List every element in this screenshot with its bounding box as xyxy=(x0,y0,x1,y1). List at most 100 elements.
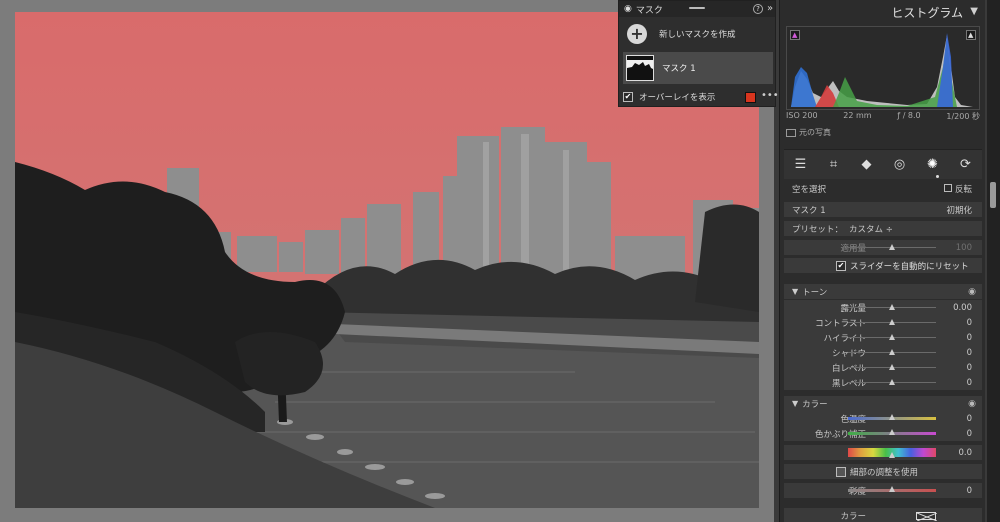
eraser-icon[interactable]: ◆ xyxy=(858,156,876,174)
panel-scrollbar[interactable] xyxy=(987,0,1000,522)
show-overlay-label: オーバーレイを表示 xyxy=(639,93,716,103)
collapse-triangle-icon[interactable]: ▼ xyxy=(792,287,798,296)
auto-reset-row: ✔ スライダーを自動的にリセット xyxy=(784,258,982,273)
invert-checkbox[interactable] xyxy=(944,184,952,192)
create-mask-button[interactable]: + 新しいマスクを作成 xyxy=(619,19,775,49)
tone-section-header[interactable]: ▼ トーン ◉ xyxy=(784,284,982,299)
exif-focal: 22 mm xyxy=(843,111,872,120)
contrast-row: コントラスト 0 xyxy=(784,315,982,330)
show-overlay-checkbox[interactable]: ✔ xyxy=(623,92,633,102)
slider-knob[interactable] xyxy=(889,349,895,355)
fine-adjust-label: 細部の調整を使用 xyxy=(850,467,919,478)
saturation-row: 彩度 0 xyxy=(784,483,982,498)
shadows-value[interactable]: 0 xyxy=(967,348,972,358)
mask-panel-header[interactable]: ◉ マスク ? » xyxy=(619,1,775,17)
drag-grip-icon[interactable] xyxy=(689,7,705,9)
highlights-row: ハイライト 0 xyxy=(784,330,982,345)
collapse-triangle-icon[interactable]: ▼ xyxy=(792,399,798,408)
right-panel: ヒストグラム ▼ ▲ ▲ ISO 200 22 mm ƒ / 8.0 1/200… xyxy=(779,0,985,522)
tool-strip: ☰ ⌗ ◆ ◎ ✺ ⟳ xyxy=(784,149,982,179)
contrast-slider[interactable] xyxy=(848,319,936,325)
exposure-row: 露光量 0.00 xyxy=(784,300,982,315)
exposure-slider[interactable] xyxy=(848,304,936,310)
hue-slider[interactable] xyxy=(848,448,936,458)
highlights-value[interactable]: 0 xyxy=(967,333,972,343)
histogram-graph[interactable]: ▲ ▲ xyxy=(786,26,980,110)
exif-info: ISO 200 22 mm ƒ / 8.0 1/200 秒 xyxy=(786,111,980,122)
tint-slider[interactable] xyxy=(848,429,936,435)
hue-row: 色相 0.0 xyxy=(784,445,982,460)
tone-label: トーン xyxy=(802,287,828,298)
original-photo-icon xyxy=(786,128,796,137)
mask-item-label: マスク 1 xyxy=(662,64,696,74)
redeye-icon[interactable]: ◎ xyxy=(891,156,909,174)
tint-row: 色かぶり補正 0 xyxy=(784,426,982,441)
preset-row: プリセット： カスタム ÷ xyxy=(784,221,982,236)
original-photo-toggle[interactable]: 元の写真 xyxy=(786,127,831,138)
auto-reset-checkbox[interactable]: ✔ xyxy=(836,261,846,271)
color-picker-swatch[interactable] xyxy=(916,512,937,521)
shadows-slider[interactable] xyxy=(848,349,936,355)
preset-select[interactable]: カスタム ÷ xyxy=(849,223,893,235)
scrollbar-thumb[interactable] xyxy=(990,182,996,208)
fine-adjust-checkbox[interactable] xyxy=(836,467,846,477)
temperature-row: 色温度 0 xyxy=(784,411,982,426)
eye-icon[interactable]: ◉ xyxy=(968,287,976,297)
blacks-value[interactable]: 0 xyxy=(967,378,972,388)
reset-icon[interactable]: ⟳ xyxy=(957,156,975,174)
exif-aperture: ƒ / 8.0 xyxy=(897,111,921,120)
amount-value[interactable]: 100 xyxy=(956,243,972,253)
highlights-slider[interactable] xyxy=(848,334,936,340)
preset-label: プリセット： xyxy=(792,224,844,235)
sliders-icon[interactable]: ☰ xyxy=(792,156,810,174)
slider-knob[interactable] xyxy=(889,334,895,340)
slider-knob[interactable] xyxy=(889,486,895,492)
collapse-panel-icon[interactable]: » xyxy=(767,3,773,14)
eye-icon[interactable]: ◉ xyxy=(968,399,976,409)
auto-reset-label: スライダーを自動的にリセット xyxy=(850,261,969,272)
eye-icon[interactable]: ◉ xyxy=(624,4,632,14)
whites-slider[interactable] xyxy=(848,364,936,370)
saturation-slider[interactable] xyxy=(848,486,936,492)
slider-knob[interactable] xyxy=(889,452,895,458)
temperature-value[interactable]: 0 xyxy=(967,414,972,424)
create-mask-label: 新しいマスクを作成 xyxy=(659,30,736,40)
mask-thumbnail xyxy=(626,55,654,81)
amount-slider[interactable] xyxy=(848,244,936,250)
overlay-color-swatch[interactable] xyxy=(745,92,756,103)
whites-row: 白レベル 0 xyxy=(784,360,982,375)
temperature-slider[interactable] xyxy=(848,414,936,420)
crop-icon[interactable]: ⌗ xyxy=(825,156,843,174)
original-photo-label: 元の写真 xyxy=(799,128,831,137)
color-picker-row: カラー xyxy=(784,508,982,522)
histogram-title: ヒストグラム xyxy=(891,6,963,20)
initialize-button[interactable]: 初期化 xyxy=(946,204,972,216)
color-label: カラー xyxy=(802,399,828,410)
active-tool-indicator xyxy=(936,175,939,178)
blacks-slider[interactable] xyxy=(848,379,936,385)
mask-icon[interactable]: ✺ xyxy=(924,156,942,174)
histogram-header[interactable]: ヒストグラム ▼ xyxy=(780,0,985,24)
exposure-value[interactable]: 0.00 xyxy=(953,303,972,313)
slider-knob[interactable] xyxy=(889,364,895,370)
help-icon[interactable]: ? xyxy=(753,4,763,14)
slider-knob[interactable] xyxy=(889,319,895,325)
slider-knob[interactable] xyxy=(889,429,895,435)
show-overlay-row[interactable]: ✔ オーバーレイを表示 ••• xyxy=(623,90,779,104)
color-section-header[interactable]: ▼ カラー ◉ xyxy=(784,396,982,411)
plus-icon[interactable]: + xyxy=(627,24,647,44)
select-sky-row: 空を選択 反転 xyxy=(784,181,982,196)
saturation-value[interactable]: 0 xyxy=(967,486,972,496)
slider-knob[interactable] xyxy=(889,304,895,310)
slider-knob[interactable] xyxy=(889,244,895,250)
hue-value[interactable]: 0.0 xyxy=(958,448,972,458)
slider-knob[interactable] xyxy=(889,414,895,420)
whites-value[interactable]: 0 xyxy=(967,363,972,373)
more-options-icon[interactable]: ••• xyxy=(761,90,779,101)
slider-knob[interactable] xyxy=(889,379,895,385)
mask-panel: ◉ マスク ? » + 新しいマスクを作成 マスク 1 ✔ オーバーレイを表示 … xyxy=(618,0,779,107)
collapse-triangle-icon[interactable]: ▼ xyxy=(970,6,978,17)
contrast-value[interactable]: 0 xyxy=(967,318,972,328)
tint-value[interactable]: 0 xyxy=(967,429,972,439)
mask-list-item[interactable]: マスク 1 xyxy=(623,52,773,84)
